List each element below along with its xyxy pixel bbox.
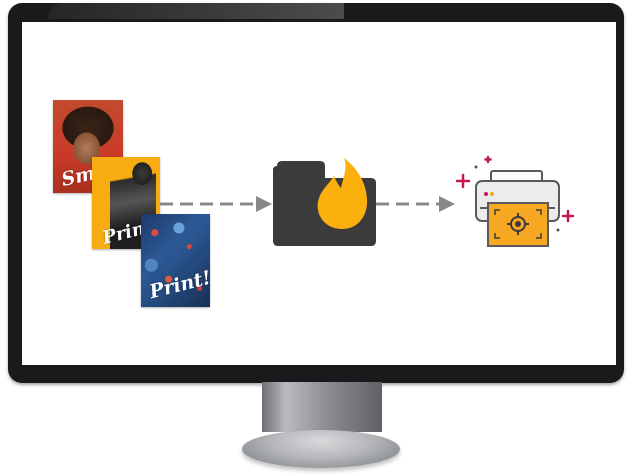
workflow-graphic <box>160 155 575 247</box>
sparkle-dot <box>556 228 560 232</box>
sparkle-dot <box>474 165 478 169</box>
arrow-folder-to-printer <box>376 196 455 212</box>
flame-icon <box>317 158 368 229</box>
arrow-photos-to-folder <box>160 196 272 212</box>
